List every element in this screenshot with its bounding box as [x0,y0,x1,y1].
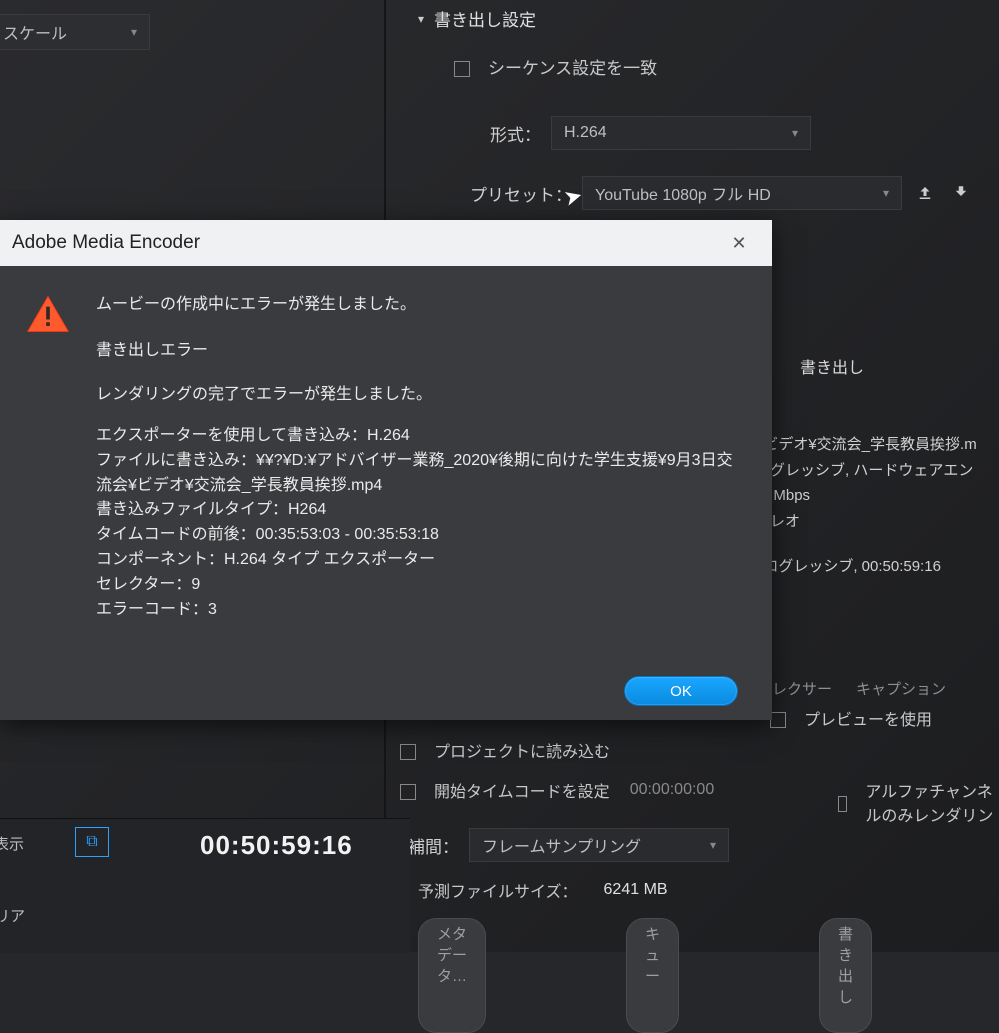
preset-label: プリセット： [470,181,572,206]
safe-margins-icon[interactable]: ⧉ [75,827,109,857]
import-project-row[interactable]: プロジェクトに読み込む [400,738,610,762]
preset-select[interactable]: YouTube 1080p フル HD ▾ [582,176,902,210]
error-line: コンポーネント：H.264 タイプ エクスポーター [96,548,746,573]
error-main: ムービーの作成中にエラーが発生しました。 [96,290,746,314]
ok-button[interactable]: OK [624,676,738,706]
export-button[interactable]: 書き出し [819,918,872,1033]
export-summary: ：¥ビデオ¥交流会_学長教員挨拶.m プログレッシブ, ハードウェアエン 6.0… [740,360,999,580]
checkbox-icon[interactable] [400,784,416,800]
export-settings-header[interactable]: ▾ 書き出し設定 [418,6,536,31]
chevron-down-icon: ▾ [418,12,424,26]
close-icon[interactable]: ✕ [714,220,764,266]
predicted-size-row: 予測ファイルサイズ： 6241 MB [418,878,668,902]
interp-label: 補間： [408,833,459,858]
format-row: 形式： H.264 ▾ [490,116,811,150]
clear-label: リア [0,905,25,926]
checkbox-icon[interactable] [838,796,847,812]
use-preview-label: プレビューを使用 [804,706,932,730]
predicted-value: 6241 MB [604,881,668,899]
predicted-label: 予測ファイルサイズ： [418,878,578,902]
use-preview-row[interactable]: プレビューを使用 [770,706,932,730]
match-sequence-label: シーケンス設定を一致 [488,54,657,79]
error-detail: レンダリングの完了でエラーが発生しました。 [96,380,746,404]
dialog-titlebar[interactable]: Adobe Media Encoder ✕ [0,220,772,266]
checkbox-icon[interactable] [400,744,416,760]
metadata-button[interactable]: メタデータ… [418,918,486,1033]
error-details-block: エクスポーターを使用して書き込み：H.264 ファイルに書き込み：¥¥?¥D:¥… [96,424,746,622]
import-project-label: プロジェクトに読み込む [434,738,610,762]
dialog-title: Adobe Media Encoder [8,232,200,254]
section-title: 書き出し設定 [434,6,536,31]
sequence-timecode[interactable]: 00:50:59:16 [200,830,353,861]
format-label: 形式： [490,121,541,146]
chevron-down-icon: ▾ [792,126,798,140]
chevron-down-icon: ▾ [710,838,716,852]
export-tabs: チプレクサー キャプション [742,678,946,699]
interp-value: フレームサンプリング [482,833,641,857]
interpolation-select[interactable]: フレームサンプリング ▾ [469,828,729,862]
interpolation-row: 補間： フレームサンプリング ▾ [408,828,729,862]
format-value: H.264 [564,124,607,142]
format-select[interactable]: H.264 ▾ [551,116,811,150]
error-line: 書き込みファイルタイプ：H264 [96,498,746,523]
show-label: 表示 [0,833,24,854]
start-timecode-value[interactable]: 00:00:00:00 [630,781,715,799]
error-line: セレクター：9 [96,573,746,598]
queue-button[interactable]: キュー [626,918,679,1033]
checkbox-icon[interactable] [454,61,470,77]
alpha-only-label: アルファチャンネルのみレンダリン [865,778,999,826]
error-dialog: Adobe Media Encoder ✕ ムービーの作成中にエラーが発生しまし… [0,220,772,720]
error-line: エラーコード：3 [96,598,746,623]
start-timecode-label: 開始タイムコードを設定 [434,778,610,802]
chevron-down-icon: ▾ [883,186,889,200]
import-preset-icon[interactable] [948,180,974,206]
alpha-only-row[interactable]: アルファチャンネルのみレンダリン [838,778,999,826]
error-line: タイムコードの前後：00:35:53:03 - 00:35:53:18 [96,523,746,548]
preset-value: YouTube 1080p フル HD [595,181,771,205]
dialog-message: ムービーの作成中にエラーが発生しました。 書き出しエラー レンダリングの完了でエ… [96,290,746,622]
error-line: ファイルに書き込み：¥¥?¥D:¥アドバイザー業務_2020¥後期に向けた学生支… [96,449,746,499]
match-sequence-row[interactable]: シーケンス設定を一致 [454,54,657,79]
warning-icon [26,290,72,622]
scale-dropdown[interactable]: スケール ▾ [0,14,150,50]
tab-caption[interactable]: キャプション [856,678,946,699]
error-sub: 書き出しエラー [96,336,746,360]
checkbox-icon[interactable] [770,712,786,728]
footer-buttons: メタデータ… キュー 書き出し キャンセル [418,918,999,1033]
error-line: エクスポーターを使用して書き込み：H.264 [96,424,746,449]
start-timecode-row[interactable]: 開始タイムコードを設定 00:00:00:00 [400,778,714,802]
chevron-down-icon: ▾ [131,25,137,39]
save-preset-icon[interactable] [912,180,938,206]
scale-label: スケール [3,20,67,44]
preset-row: プリセット： YouTube 1080p フル HD ▾ [470,176,974,210]
